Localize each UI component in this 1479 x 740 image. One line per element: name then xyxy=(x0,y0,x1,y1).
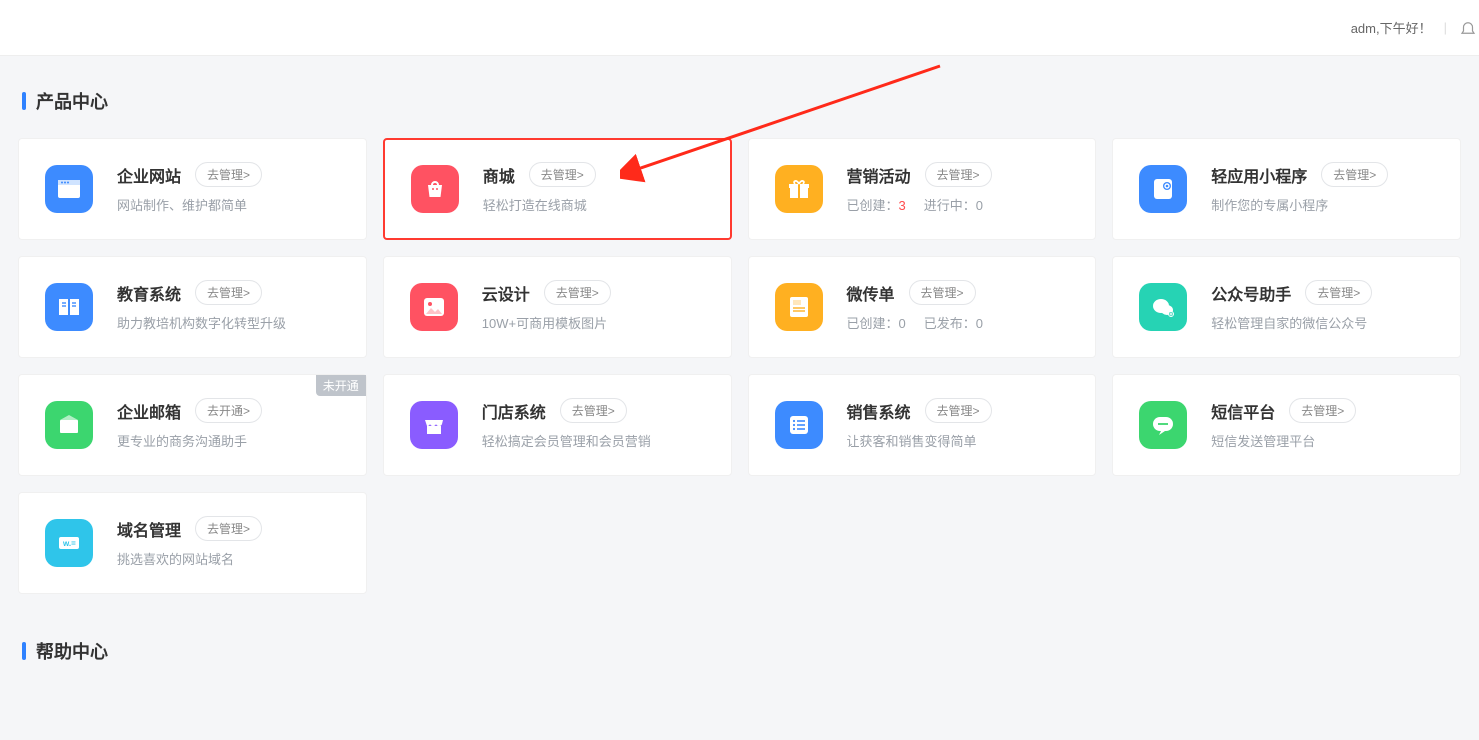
bell-icon[interactable] xyxy=(1459,19,1477,37)
card-title: 商城 xyxy=(483,163,515,187)
book-icon xyxy=(45,283,93,331)
section-title: 产品中心 xyxy=(36,88,108,114)
card-subtitle: 挑选喜欢的网站域名 xyxy=(117,551,344,569)
greeting-text: adm,下午好！ xyxy=(1351,18,1432,37)
status-tag: 未开通 xyxy=(316,375,366,396)
product-card[interactable]: 企业网站 去管理> 网站制作、维护都简单 xyxy=(18,138,367,240)
card-title: 门店系统 xyxy=(482,399,546,423)
card-subtitle: 制作您的专属小程序 xyxy=(1211,197,1438,215)
product-card[interactable]: 营销活动 去管理> 已创建：3进行中：0 xyxy=(748,138,1097,240)
card-stats: 已创建：3进行中：0 xyxy=(847,197,1074,215)
mail-icon xyxy=(45,401,93,449)
card-subtitle: 网站制作、维护都简单 xyxy=(117,197,344,215)
card-title: 营销活动 xyxy=(847,163,911,187)
card-title: 教育系统 xyxy=(117,281,181,305)
card-subtitle: 10W+可商用模板图片 xyxy=(482,315,709,333)
card-subtitle: 更专业的商务沟通助手 xyxy=(117,433,344,451)
bag-icon xyxy=(411,165,459,213)
card-subtitle: 轻松搞定会员管理和会员营销 xyxy=(482,433,709,451)
manage-button[interactable]: 去管理> xyxy=(529,162,596,187)
product-card[interactable]: 门店系统 去管理> 轻松搞定会员管理和会员营销 xyxy=(383,374,732,476)
wechat-icon xyxy=(1139,283,1187,331)
card-subtitle: 轻松打造在线商城 xyxy=(483,197,708,215)
card-title: 企业邮箱 xyxy=(117,399,181,423)
card-title: 轻应用小程序 xyxy=(1211,163,1307,187)
chat-icon xyxy=(1139,401,1187,449)
miniapp-icon xyxy=(1139,165,1187,213)
card-title: 域名管理 xyxy=(117,517,181,541)
accent-bar xyxy=(22,642,26,660)
separator: | xyxy=(1444,20,1447,35)
section-title: 帮助中心 xyxy=(36,638,108,664)
product-card[interactable]: 短信平台 去管理> 短信发送管理平台 xyxy=(1112,374,1461,476)
card-subtitle: 轻松管理自家的微信公众号 xyxy=(1211,315,1438,333)
manage-button[interactable]: 去管理> xyxy=(544,280,611,305)
manage-button[interactable]: 去管理> xyxy=(195,516,262,541)
image-icon xyxy=(410,283,458,331)
card-title: 微传单 xyxy=(847,281,895,305)
card-stats: 已创建：0已发布：0 xyxy=(847,315,1074,333)
manage-button[interactable]: 去管理> xyxy=(925,398,992,423)
card-subtitle: 让获客和销售变得简单 xyxy=(847,433,1074,451)
website-icon xyxy=(45,165,93,213)
section-header-products: 产品中心 xyxy=(22,88,1461,114)
section-header-help: 帮助中心 xyxy=(22,638,1461,664)
flyer-icon xyxy=(775,283,823,331)
manage-button[interactable]: 去管理> xyxy=(1289,398,1356,423)
svg-text:w.=: w.= xyxy=(62,539,76,548)
manage-button[interactable]: 去管理> xyxy=(1305,280,1372,305)
product-grid: 企业网站 去管理> 网站制作、维护都简单 商城 去管理> 轻松打造在线商城 营销… xyxy=(18,138,1461,594)
card-title: 短信平台 xyxy=(1211,399,1275,423)
product-card[interactable]: 未开通 企业邮箱 去开通> 更专业的商务沟通助手 xyxy=(18,374,367,476)
top-bar: adm,下午好！ | xyxy=(0,0,1479,56)
product-card[interactable]: 云设计 去管理> 10W+可商用模板图片 xyxy=(383,256,732,358)
manage-button[interactable]: 去管理> xyxy=(1321,162,1388,187)
manage-button[interactable]: 去开通> xyxy=(195,398,262,423)
card-subtitle: 助力教培机构数字化转型升级 xyxy=(117,315,344,333)
product-card[interactable]: 轻应用小程序 去管理> 制作您的专属小程序 xyxy=(1112,138,1461,240)
card-title: 云设计 xyxy=(482,281,530,305)
card-title: 企业网站 xyxy=(117,163,181,187)
product-card[interactable]: 公众号助手 去管理> 轻松管理自家的微信公众号 xyxy=(1112,256,1461,358)
manage-button[interactable]: 去管理> xyxy=(909,280,976,305)
manage-button[interactable]: 去管理> xyxy=(195,280,262,305)
product-card[interactable]: 商城 去管理> 轻松打造在线商城 xyxy=(383,138,732,240)
accent-bar xyxy=(22,92,26,110)
product-card[interactable]: w.= 域名管理 去管理> 挑选喜欢的网站域名 xyxy=(18,492,367,594)
product-card[interactable]: 教育系统 去管理> 助力教培机构数字化转型升级 xyxy=(18,256,367,358)
product-card[interactable]: 销售系统 去管理> 让获客和销售变得简单 xyxy=(748,374,1097,476)
domain-icon: w.= xyxy=(45,519,93,567)
product-card[interactable]: 微传单 去管理> 已创建：0已发布：0 xyxy=(748,256,1097,358)
store-icon xyxy=(410,401,458,449)
manage-button[interactable]: 去管理> xyxy=(560,398,627,423)
card-subtitle: 短信发送管理平台 xyxy=(1211,433,1438,451)
manage-button[interactable]: 去管理> xyxy=(195,162,262,187)
manage-button[interactable]: 去管理> xyxy=(925,162,992,187)
card-title: 公众号助手 xyxy=(1211,281,1291,305)
card-title: 销售系统 xyxy=(847,399,911,423)
list-icon xyxy=(775,401,823,449)
gift-icon xyxy=(775,165,823,213)
